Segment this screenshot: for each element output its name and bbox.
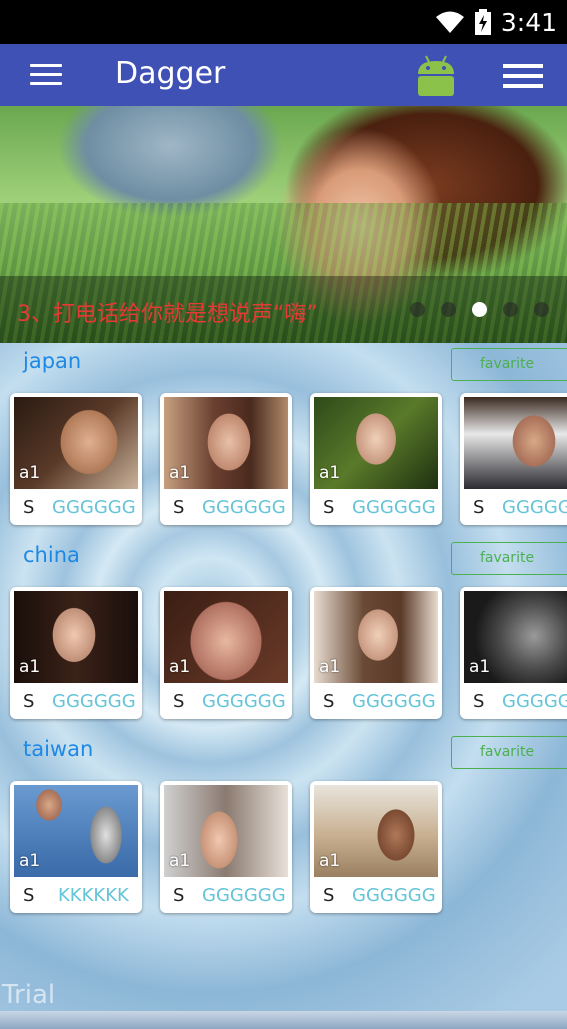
profile-photo: a1 xyxy=(14,785,138,877)
profile-photo: a1 xyxy=(314,591,438,683)
image-carousel[interactable]: 3、打电话给你就是想说声“嗨” xyxy=(0,106,567,343)
profile-card[interactable]: a1 S GGGGGG xyxy=(310,781,442,913)
section-title: taiwan xyxy=(23,737,94,761)
profile-card[interactable]: S GGGGGG xyxy=(460,393,567,525)
profile-card[interactable]: a1 S GGGGGG xyxy=(310,393,442,525)
battery-charging-icon xyxy=(474,9,491,35)
carousel-dot[interactable] xyxy=(472,302,487,317)
status-bar: 3:41 xyxy=(0,0,567,44)
carousel-dot[interactable] xyxy=(441,302,456,317)
trial-watermark: Trial xyxy=(2,980,56,1010)
favorite-button[interactable]: favarite xyxy=(451,348,567,381)
carousel-dot[interactable] xyxy=(503,302,518,317)
profile-card[interactable]: a1 S GGGGGG xyxy=(10,587,142,719)
hamburger-menu-icon[interactable] xyxy=(30,64,62,86)
content-area: japan favarite a1 S GGGGGG a1 S GGGGGG a… xyxy=(0,343,567,1029)
carousel-dot[interactable] xyxy=(410,302,425,317)
profile-photo: a1 xyxy=(314,397,438,489)
app-bar: Dagger xyxy=(0,44,567,106)
profile-card[interactable]: a1 S KKKKKK xyxy=(10,781,142,913)
favorite-button[interactable]: favarite xyxy=(451,542,567,575)
profile-photo: a1 xyxy=(164,397,288,489)
profile-card[interactable]: a1 S GGGGGG xyxy=(160,393,292,525)
android-icon[interactable] xyxy=(414,54,458,98)
list-view-icon[interactable] xyxy=(503,64,543,88)
profile-photo: a1 xyxy=(164,785,288,877)
profile-card[interactable]: a1 S GGGGGG xyxy=(10,393,142,525)
carousel-indicator[interactable] xyxy=(410,302,549,317)
profile-card[interactable]: a1 S GGGGGG xyxy=(160,587,292,719)
profile-photo: a1 xyxy=(464,591,567,683)
carousel-caption: 3、打电话给你就是想说声“嗨” xyxy=(17,302,318,327)
profile-photo: a1 xyxy=(14,591,138,683)
profile-card[interactable]: a1 S GGGGGG xyxy=(460,587,567,719)
profile-photo: a1 xyxy=(314,785,438,877)
taskbar xyxy=(0,1011,567,1029)
app-title: Dagger xyxy=(115,56,226,91)
profile-card[interactable]: a1 S GGGGGG xyxy=(310,587,442,719)
profile-photo xyxy=(464,397,567,489)
wifi-icon xyxy=(435,11,464,33)
section-title: china xyxy=(23,543,80,567)
favorite-button[interactable]: favarite xyxy=(451,736,567,769)
profile-card[interactable]: a1 S GGGGGG xyxy=(160,781,292,913)
profile-photo: a1 xyxy=(164,591,288,683)
carousel-dot[interactable] xyxy=(534,302,549,317)
profile-photo: a1 xyxy=(14,397,138,489)
clock-time: 3:41 xyxy=(500,7,557,37)
section-title: japan xyxy=(23,349,82,373)
